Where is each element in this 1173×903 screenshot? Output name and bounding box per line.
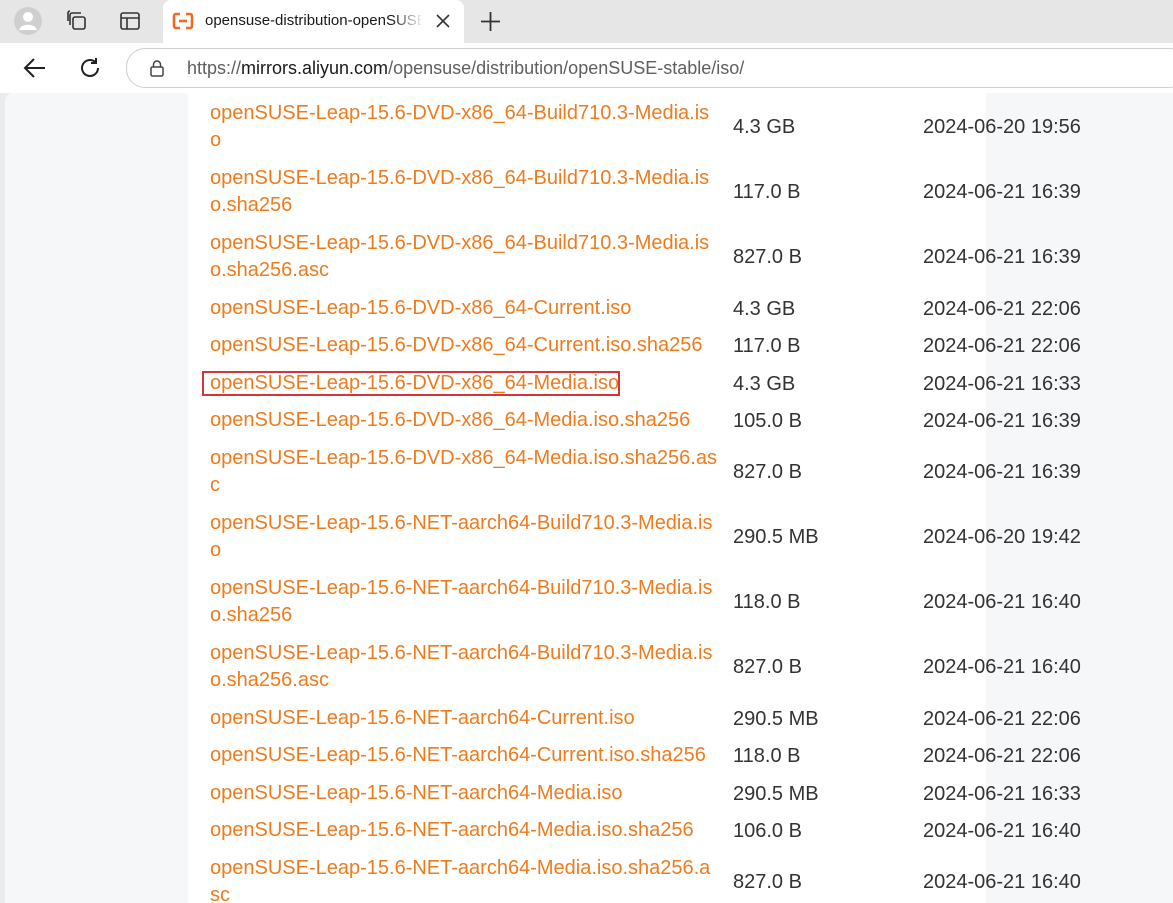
file-link[interactable]: openSUSE-Leap-15.6-DVD-x86_64-Build710.3… bbox=[210, 230, 720, 284]
file-link[interactable]: openSUSE-Leap-15.6-NET-aarch64-Media.iso… bbox=[210, 855, 720, 903]
file-link[interactable]: openSUSE-Leap-15.6-DVD-x86_64-Build710.3… bbox=[210, 100, 720, 154]
url-text[interactable]: https://mirrors.aliyun.com/opensuse/dist… bbox=[187, 58, 744, 79]
file-date: 2024-06-21 16:40 bbox=[923, 819, 1081, 842]
file-link[interactable]: openSUSE-Leap-15.6-NET-aarch64-Build710.… bbox=[210, 575, 720, 629]
tab-title: opensuse-distribution-openSUSE-stable bbox=[205, 12, 423, 29]
file-date: 2024-06-21 16:40 bbox=[923, 656, 1081, 678]
file-link[interactable]: openSUSE-Leap-15.6-DVD-x86_64-Media.iso.… bbox=[210, 407, 720, 434]
file-size: 105.0 B bbox=[733, 409, 802, 432]
file-size: 106.0 B bbox=[733, 819, 802, 842]
url-path: /opensuse/distribution/openSUSE-stable/i… bbox=[388, 58, 745, 78]
file-date: 2024-06-20 19:42 bbox=[923, 526, 1081, 548]
vertical-tabs-icon[interactable] bbox=[115, 6, 145, 36]
file-row: openSUSE-Leap-15.6-NET-aarch64-Media.iso… bbox=[188, 855, 1081, 903]
file-row: openSUSE-Leap-15.6-NET-aarch64-Build710.… bbox=[188, 510, 1081, 564]
file-size: 4.3 GB bbox=[733, 116, 796, 138]
file-date: 2024-06-21 16:39 bbox=[923, 246, 1081, 268]
file-size: 117.0 B bbox=[733, 181, 801, 203]
file-row: openSUSE-Leap-15.6-NET-aarch64-Media.iso… bbox=[188, 817, 1081, 844]
file-link[interactable]: openSUSE-Leap-15.6-NET-aarch64-Build710.… bbox=[210, 510, 720, 564]
file-link[interactable]: openSUSE-Leap-15.6-DVD-x86_64-Media.iso.… bbox=[210, 445, 720, 499]
file-row: openSUSE-Leap-15.6-DVD-x86_64-Media.iso.… bbox=[188, 407, 1081, 434]
file-date: 2024-06-21 16:39 bbox=[923, 181, 1081, 203]
page-left-margin bbox=[5, 93, 188, 903]
file-size: 118.0 B bbox=[733, 744, 801, 767]
close-tab-icon[interactable] bbox=[433, 11, 453, 31]
aliyun-favicon-icon bbox=[172, 11, 194, 31]
file-date: 2024-06-21 22:06 bbox=[923, 334, 1081, 357]
file-row: openSUSE-Leap-15.6-DVD-x86_64-Media.iso 4… bbox=[188, 370, 1081, 397]
file-size: 4.3 GB bbox=[733, 297, 796, 320]
file-date: 2024-06-20 19:56 bbox=[923, 116, 1081, 138]
collections-icon[interactable] bbox=[62, 6, 92, 36]
file-link[interactable]: openSUSE-Leap-15.6-NET-aarch64-Current.i… bbox=[210, 705, 720, 732]
page-right-margin bbox=[986, 93, 1173, 903]
url-host: mirrors.aliyun.com bbox=[241, 58, 389, 78]
file-date: 2024-06-21 16:39 bbox=[923, 409, 1081, 432]
file-row: openSUSE-Leap-15.6-NET-aarch64-Media.iso… bbox=[188, 780, 1081, 807]
file-size: 290.5 MB bbox=[733, 782, 819, 805]
file-link[interactable]: openSUSE-Leap-15.6-DVD-x86_64-Build710.3… bbox=[210, 165, 720, 219]
file-date: 2024-06-21 16:40 bbox=[923, 871, 1081, 893]
file-date: 2024-06-21 16:33 bbox=[923, 372, 1081, 395]
file-row: openSUSE-Leap-15.6-DVD-x86_64-Build710.3… bbox=[188, 230, 1081, 284]
tab-bar: opensuse-distribution-openSUSE-stable bbox=[0, 0, 1173, 43]
file-row: openSUSE-Leap-15.6-DVD-x86_64-Media.iso.… bbox=[188, 445, 1081, 499]
file-link[interactable]: openSUSE-Leap-15.6-NET-aarch64-Current.i… bbox=[210, 742, 720, 769]
refresh-icon[interactable] bbox=[75, 53, 105, 83]
file-size: 290.5 MB bbox=[733, 526, 819, 548]
address-bar[interactable]: https://mirrors.aliyun.com/opensuse/dist… bbox=[126, 48, 1173, 88]
file-date: 2024-06-21 22:06 bbox=[923, 297, 1081, 320]
file-date: 2024-06-21 22:06 bbox=[923, 744, 1081, 767]
file-row: openSUSE-Leap-15.6-DVD-x86_64-Build710.3… bbox=[188, 100, 1081, 154]
file-date: 2024-06-21 22:06 bbox=[923, 707, 1081, 730]
active-tab[interactable]: opensuse-distribution-openSUSE-stable bbox=[163, 0, 464, 43]
lock-icon[interactable] bbox=[148, 59, 166, 77]
file-size: 827.0 B bbox=[733, 246, 802, 268]
address-toolbar: https://mirrors.aliyun.com/opensuse/dist… bbox=[0, 43, 1173, 93]
highlight-box bbox=[202, 371, 620, 396]
file-date: 2024-06-21 16:39 bbox=[923, 461, 1081, 483]
file-size: 827.0 B bbox=[733, 871, 802, 893]
file-row: openSUSE-Leap-15.6-DVD-x86_64-Build710.3… bbox=[188, 165, 1081, 219]
file-row: openSUSE-Leap-15.6-NET-aarch64-Current.i… bbox=[188, 705, 1081, 732]
file-link[interactable]: openSUSE-Leap-15.6-DVD-x86_64-Current.is… bbox=[210, 295, 720, 322]
file-row: openSUSE-Leap-15.6-NET-aarch64-Build710.… bbox=[188, 640, 1081, 694]
back-icon[interactable] bbox=[20, 53, 50, 83]
file-size: 290.5 MB bbox=[733, 707, 819, 730]
file-size: 117.0 B bbox=[733, 334, 801, 357]
file-link[interactable]: openSUSE-Leap-15.6-DVD-x86_64-Current.is… bbox=[210, 332, 720, 359]
file-link[interactable]: openSUSE-Leap-15.6-NET-aarch64-Media.iso… bbox=[210, 817, 720, 844]
file-link[interactable]: openSUSE-Leap-15.6-NET-aarch64-Media.iso bbox=[210, 780, 720, 807]
file-row: openSUSE-Leap-15.6-DVD-x86_64-Current.is… bbox=[188, 295, 1081, 322]
file-size: 4.3 GB bbox=[733, 372, 796, 395]
file-date: 2024-06-21 16:40 bbox=[923, 591, 1081, 613]
file-row: openSUSE-Leap-15.6-NET-aarch64-Build710.… bbox=[188, 575, 1081, 629]
file-row: openSUSE-Leap-15.6-DVD-x86_64-Current.is… bbox=[188, 332, 1081, 359]
profile-icon[interactable] bbox=[13, 6, 43, 36]
file-size: 827.0 B bbox=[733, 656, 802, 678]
file-listing: openSUSE-Leap-15.6-DVD-x86_64-Build710.3… bbox=[188, 93, 1081, 903]
file-size: 118.0 B bbox=[733, 591, 801, 613]
new-tab-icon[interactable] bbox=[477, 8, 504, 35]
file-size: 827.0 B bbox=[733, 461, 802, 483]
file-row: openSUSE-Leap-15.6-NET-aarch64-Current.i… bbox=[188, 742, 1081, 769]
page-viewport: openSUSE-Leap-15.6-DVD-x86_64-Build710.3… bbox=[5, 93, 1173, 903]
file-link[interactable]: openSUSE-Leap-15.6-NET-aarch64-Build710.… bbox=[210, 640, 720, 694]
file-date: 2024-06-21 16:33 bbox=[923, 782, 1081, 805]
url-prefix: https:// bbox=[187, 58, 242, 78]
